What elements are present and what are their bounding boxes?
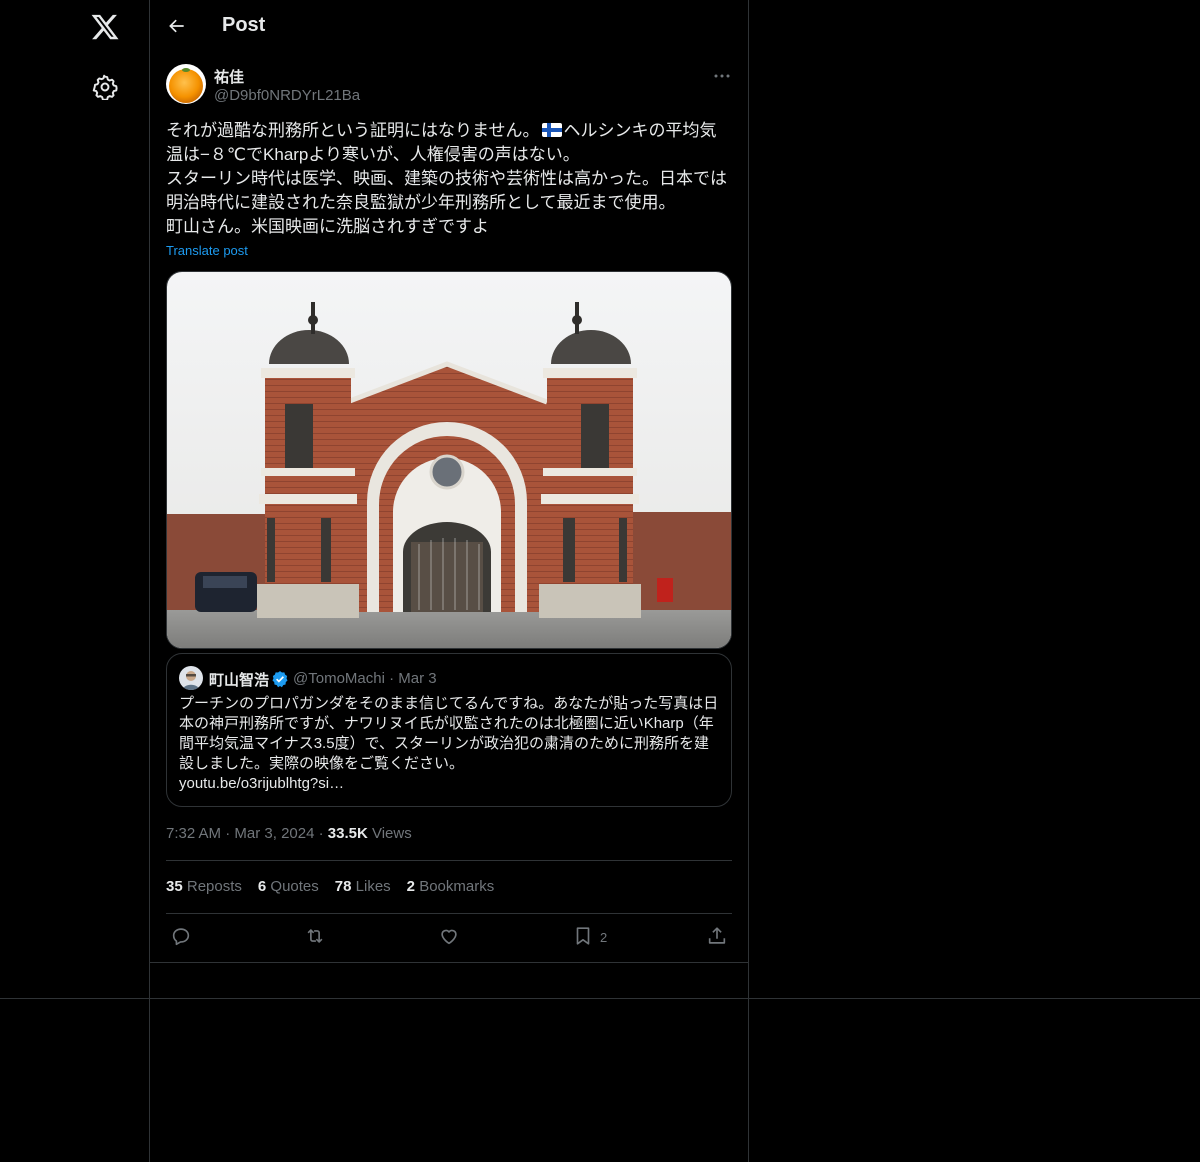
divider [166, 860, 732, 861]
quoted-author-name: 町山智浩 [209, 672, 270, 689]
reposts-label: Reposts [186, 878, 242, 895]
post-line: 明治時代に建設された奈良監獄が少年刑務所として最近まで使用。 [166, 193, 676, 212]
author-name[interactable]: 祐佳 [214, 66, 244, 87]
reply-icon [170, 925, 192, 950]
like-icon [438, 925, 460, 950]
post-line: スターリン時代は医学、映画、建築の技術や芸術性は高かった。日本では [166, 169, 727, 188]
views-label: Views [371, 825, 412, 842]
meta-separator: · [318, 825, 324, 842]
author-avatar[interactable] [166, 64, 206, 104]
quoted-author-handle-date: @TomoMachi · Mar 3 [293, 670, 437, 687]
bookmark-count: 2 [600, 929, 608, 945]
right-column-border [748, 0, 749, 1162]
quoted-line: 間平均気温マイナス3.5度）で、スターリンが政治犯の粛清のために刑務所を建 [179, 735, 709, 752]
verified-badge-icon [271, 670, 289, 688]
post-text: それが過酷な刑務所という証明にはなりません。 ヘルシンキの平均気 温は−８℃でKh… [166, 119, 732, 239]
quoted-line: プーチンのプロパガンダをそのまま信じてるんですね。あなたが貼った写真は日 [179, 695, 719, 712]
settings-gear-icon[interactable] [92, 74, 118, 101]
post-stats: 35 Reposts 6 Quotes 78 Likes 2 Bookmarks [166, 878, 510, 895]
bookmark-button[interactable]: 2 [572, 925, 607, 949]
post-line: ヘルシンキの平均気 [563, 121, 717, 140]
quoted-author-avatar [179, 666, 203, 690]
bookmarks-label: Bookmarks [419, 878, 495, 895]
post-line: 温は−８℃でKharpより寒いが、人権侵害の声はない。 [166, 145, 580, 164]
reposts-stat[interactable]: 35 Reposts [166, 878, 242, 895]
bookmark-icon [572, 925, 594, 950]
share-icon [706, 925, 728, 950]
likes-label: Likes [355, 878, 391, 895]
quoted-line: 設しました。実際の映像をご覧ください。 [179, 755, 465, 772]
post-meta: 7:32 AM · Mar 3, 2024 · 33.5K Views [166, 825, 412, 842]
post-detail-column: Post 祐佳 @D9bf0NRDYrL21Ba それが過酷な刑務所という証明に… [150, 0, 748, 963]
reply-button[interactable] [170, 925, 192, 949]
quotes-count: 6 [257, 878, 267, 895]
quoted-link[interactable]: youtu.be/o3rijublhtg?si… [179, 774, 724, 794]
quotes-label: Quotes [270, 878, 319, 895]
share-button[interactable] [706, 925, 728, 949]
back-arrow-icon[interactable] [164, 13, 190, 39]
quoted-line: 本の神戸刑務所ですが、ナワリヌイ氏が収監されたのは北極圏に近いKharp（年 [179, 715, 714, 732]
reposts-count: 35 [166, 878, 183, 895]
left-nav [0, 0, 149, 1162]
bookmarks-count: 2 [406, 878, 416, 895]
author-handle[interactable]: @D9bf0NRDYrL21Ba [214, 87, 360, 104]
bookmarks-stat[interactable]: 2 Bookmarks [407, 878, 495, 895]
post-image[interactable] [166, 271, 732, 649]
header: Post [150, 0, 748, 53]
likes-count: 78 [334, 878, 352, 895]
post-line: それが過酷な刑務所という証明にはなりません。 [166, 121, 540, 140]
post-time[interactable]: 7:32 AM [166, 825, 221, 842]
x-logo-icon[interactable] [90, 12, 120, 42]
views-count: 33.5K [327, 825, 368, 842]
finland-flag-icon [541, 120, 562, 137]
divider [166, 913, 732, 914]
repost-button[interactable] [304, 925, 326, 949]
meta-separator: · [225, 825, 231, 842]
translate-post-link[interactable]: Translate post [166, 243, 248, 258]
repost-icon [304, 925, 326, 950]
likes-stat[interactable]: 78 Likes [335, 878, 391, 895]
horizontal-divider [0, 998, 1200, 999]
like-button[interactable] [438, 925, 460, 949]
more-dots-icon[interactable] [710, 66, 734, 86]
quotes-stat[interactable]: 6 Quotes [258, 878, 319, 895]
quoted-post[interactable]: 町山智浩 @TomoMachi · Mar 3 プーチンのプロパガンダをそのまま… [166, 653, 732, 807]
post-line: 町山さん。米国映画に洗脳されすぎですよ [166, 217, 489, 236]
post-date[interactable]: Mar 3, 2024 [234, 825, 314, 842]
quoted-post-text: プーチンのプロパガンダをそのまま信じてるんですね。あなたが貼った写真は日 本の神… [179, 694, 724, 794]
page-title: Post [222, 14, 266, 36]
